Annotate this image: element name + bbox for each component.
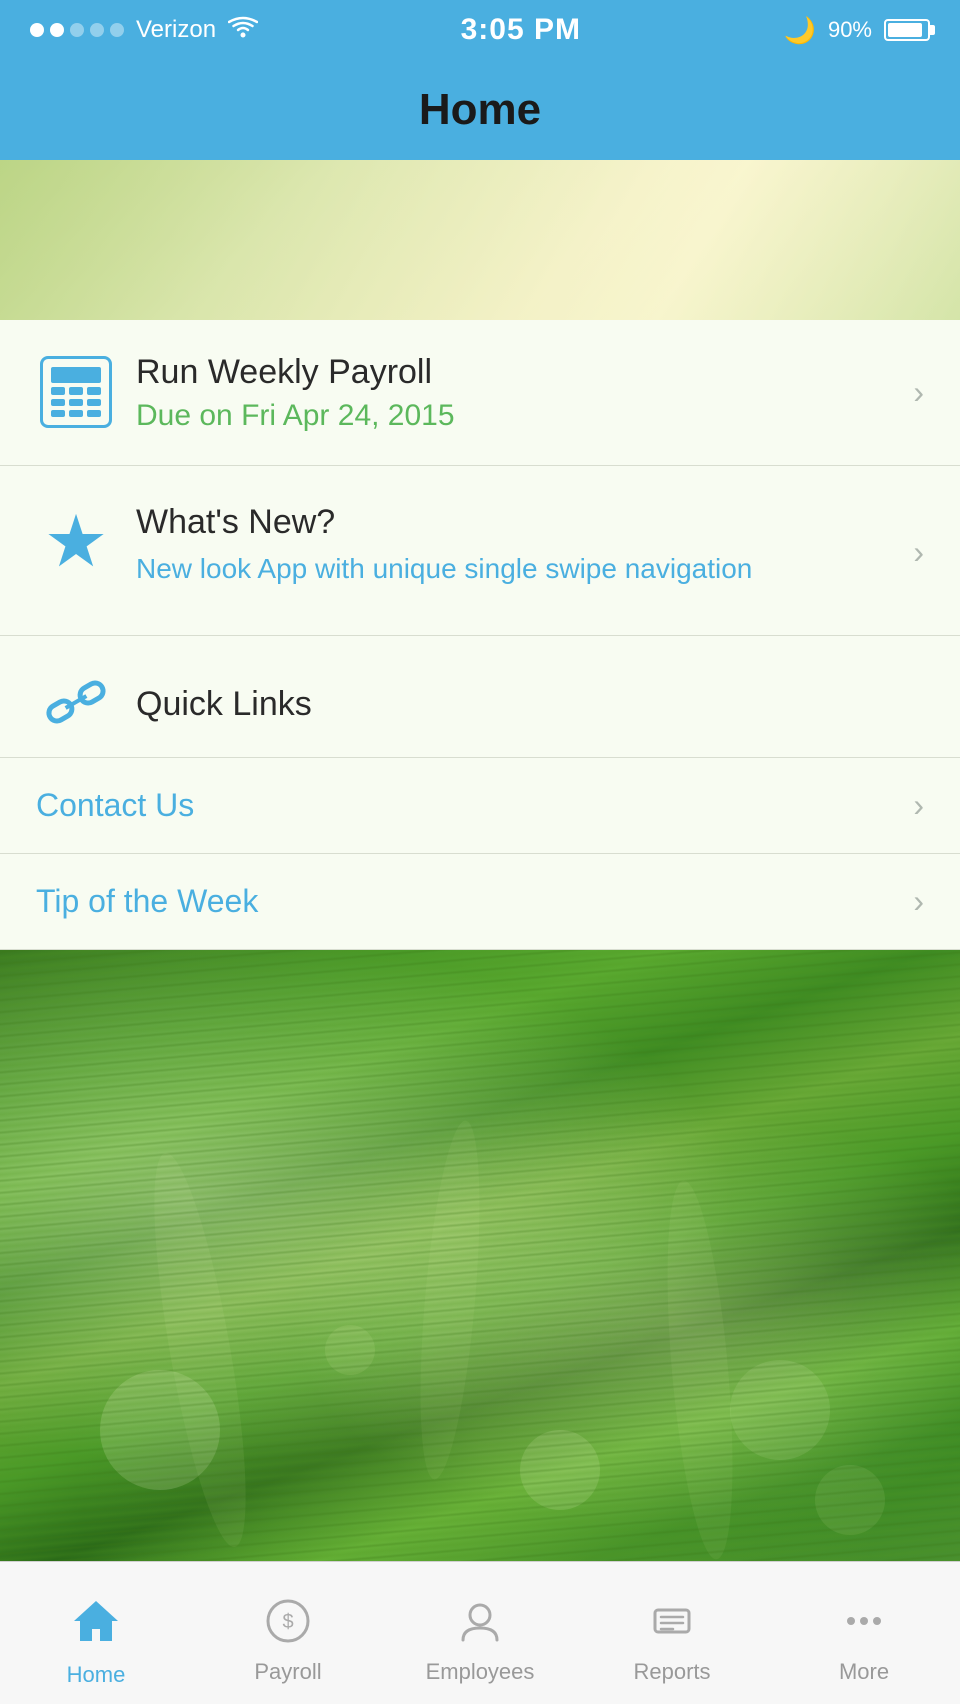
battery-percent: 90% — [828, 17, 872, 43]
whats-new-chevron: › — [913, 534, 924, 571]
payroll-item-content: Run Weekly Payroll Due on Fri Apr 24, 20… — [116, 352, 897, 433]
signal-dot-4 — [90, 23, 104, 37]
payroll-chevron: › — [913, 374, 924, 411]
chain-icon — [40, 666, 112, 743]
app-header: Home — [0, 60, 960, 160]
payroll-tab-icon: $ — [265, 1598, 311, 1651]
quick-links-section-header: Quick Links — [0, 636, 960, 758]
status-time: 3:05 PM — [461, 13, 581, 47]
carrier-label: Verizon — [136, 16, 216, 44]
signal-dot-2 — [50, 23, 64, 37]
tip-of-week-label: Tip of the Week — [36, 883, 258, 920]
tab-more-label: More — [839, 1659, 889, 1685]
signal-dot-3 — [70, 23, 84, 37]
employees-tab-icon — [457, 1598, 503, 1651]
content-area: Run Weekly Payroll Due on Fri Apr 24, 20… — [0, 320, 960, 950]
calculator-icon — [40, 356, 112, 428]
tip-of-week-item[interactable]: Tip of the Week › — [0, 854, 960, 950]
whats-new-description: New look App with unique single swipe na… — [136, 551, 897, 587]
tab-reports[interactable]: Reports — [576, 1582, 768, 1685]
status-left: Verizon — [30, 16, 258, 44]
whats-new-item[interactable]: ★ What's New? New look App with unique s… — [0, 466, 960, 636]
signal-strength — [30, 23, 124, 37]
chain-icon-wrap — [36, 666, 116, 743]
contact-us-label: Contact Us — [36, 787, 194, 824]
star-icon: ★ — [44, 506, 109, 578]
svg-text:$: $ — [282, 1611, 293, 1633]
tab-reports-label: Reports — [633, 1659, 710, 1685]
tab-more[interactable]: More — [768, 1582, 960, 1685]
wifi-icon — [228, 16, 258, 44]
status-bar: Verizon 3:05 PM 🌙 90% — [0, 0, 960, 60]
payroll-item[interactable]: Run Weekly Payroll Due on Fri Apr 24, 20… — [0, 320, 960, 466]
status-right: 🌙 90% — [784, 15, 930, 46]
quick-links-title: Quick Links — [116, 685, 312, 724]
tab-payroll-label: Payroll — [254, 1659, 321, 1685]
calculator-icon-wrap — [36, 356, 116, 428]
moon-icon: 🌙 — [784, 15, 816, 46]
page-title: Home — [419, 85, 541, 135]
tip-of-week-chevron: › — [913, 883, 924, 920]
tab-home[interactable]: Home — [0, 1579, 192, 1688]
tab-bar: Home $ Payroll Employees — [0, 1561, 960, 1704]
whats-new-title: What's New? — [136, 502, 897, 543]
tab-employees-label: Employees — [426, 1659, 535, 1685]
hero-banner-bottom — [0, 950, 960, 1570]
battery-icon — [884, 19, 930, 41]
contact-us-chevron: › — [913, 787, 924, 824]
reports-tab-icon — [649, 1598, 695, 1651]
contact-us-item[interactable]: Contact Us › — [0, 758, 960, 854]
tab-payroll[interactable]: $ Payroll — [192, 1582, 384, 1685]
more-tab-icon — [841, 1598, 887, 1651]
whats-new-content: What's New? New look App with unique sin… — [116, 502, 897, 587]
tab-home-label: Home — [67, 1662, 126, 1688]
home-icon — [70, 1595, 122, 1654]
star-icon-wrap: ★ — [36, 506, 116, 578]
payroll-title: Run Weekly Payroll — [136, 352, 897, 393]
payroll-due-date: Due on Fri Apr 24, 2015 — [136, 399, 897, 433]
signal-dot-1 — [30, 23, 44, 37]
tab-employees[interactable]: Employees — [384, 1582, 576, 1685]
hero-banner-top — [0, 160, 960, 320]
signal-dot-5 — [110, 23, 124, 37]
